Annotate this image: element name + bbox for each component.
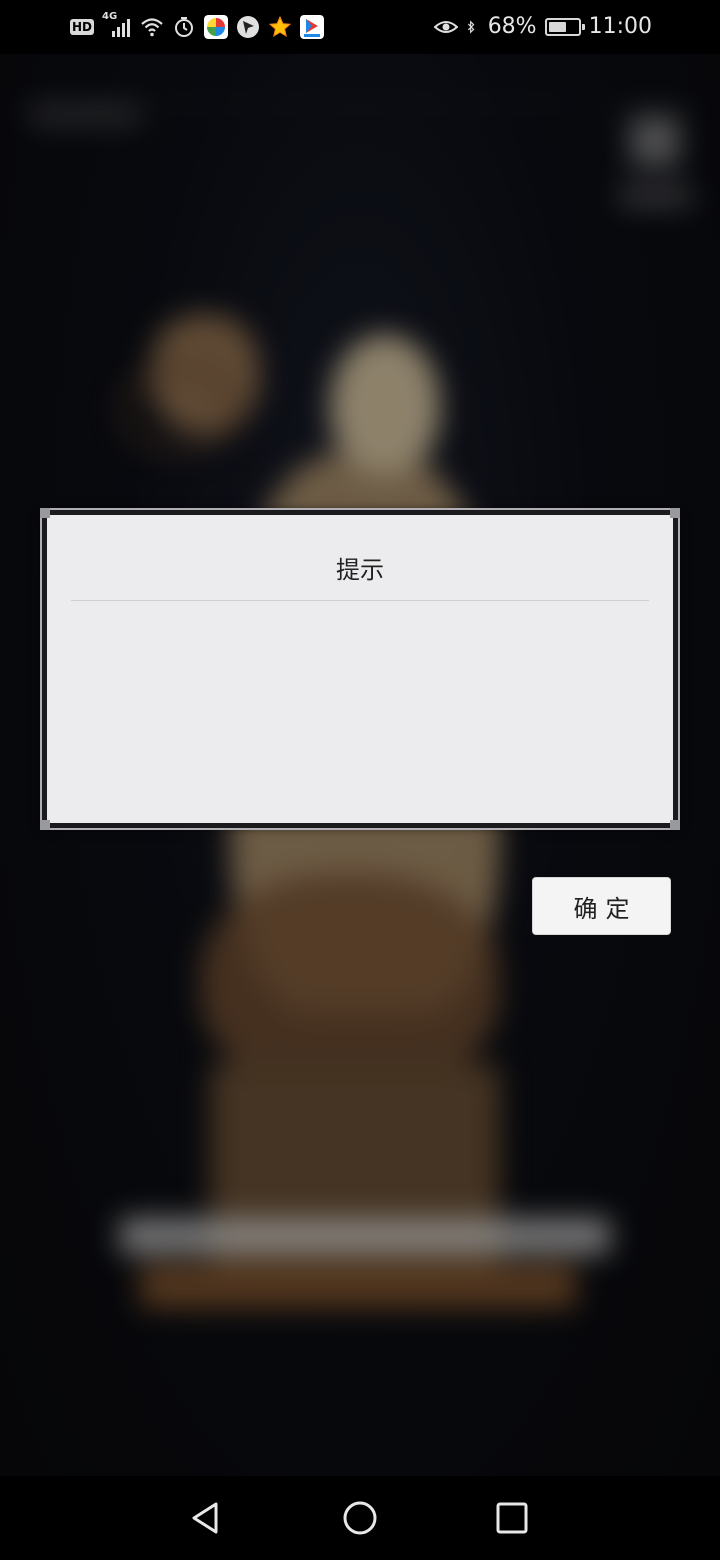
signal-icon: 4G <box>102 11 132 39</box>
battery-fill <box>548 22 567 32</box>
dialog-resize-handle <box>40 508 50 518</box>
app-icon-pinwheel <box>204 15 229 39</box>
dialog-resize-handle <box>40 820 50 830</box>
navigation-bar <box>0 1476 720 1560</box>
home-icon[interactable] <box>342 1500 378 1536</box>
dialog-message <box>71 615 649 803</box>
back-icon[interactable] <box>188 1500 224 1536</box>
bluetooth-icon <box>467 20 475 34</box>
dialog-divider <box>71 600 649 601</box>
battery-percent: 68% <box>487 14 537 39</box>
app-icon-star <box>268 15 292 38</box>
recent-apps-icon[interactable] <box>494 1500 530 1536</box>
dialog-title: 提示 <box>336 556 384 584</box>
dialog-resize-handle <box>670 508 680 518</box>
alarm-icon <box>175 17 194 37</box>
confirm-button[interactable]: 确定 <box>532 877 671 935</box>
hd-icon: HD <box>70 19 95 35</box>
clock: 11:00 <box>588 14 652 39</box>
wifi-icon <box>141 18 163 37</box>
app-icon-arrow <box>237 16 260 38</box>
battery-icon <box>544 18 585 36</box>
status-left-group: HD 4G <box>70 0 325 54</box>
dialog-resize-handle <box>670 820 680 830</box>
eye-icon <box>433 21 458 33</box>
status-bar: HD 4G 68% 11:00 <box>0 0 720 54</box>
status-right-group: 68% 11:00 <box>433 0 652 54</box>
alert-dialog: 提示 <box>40 508 680 830</box>
app-icon-video <box>300 15 325 39</box>
